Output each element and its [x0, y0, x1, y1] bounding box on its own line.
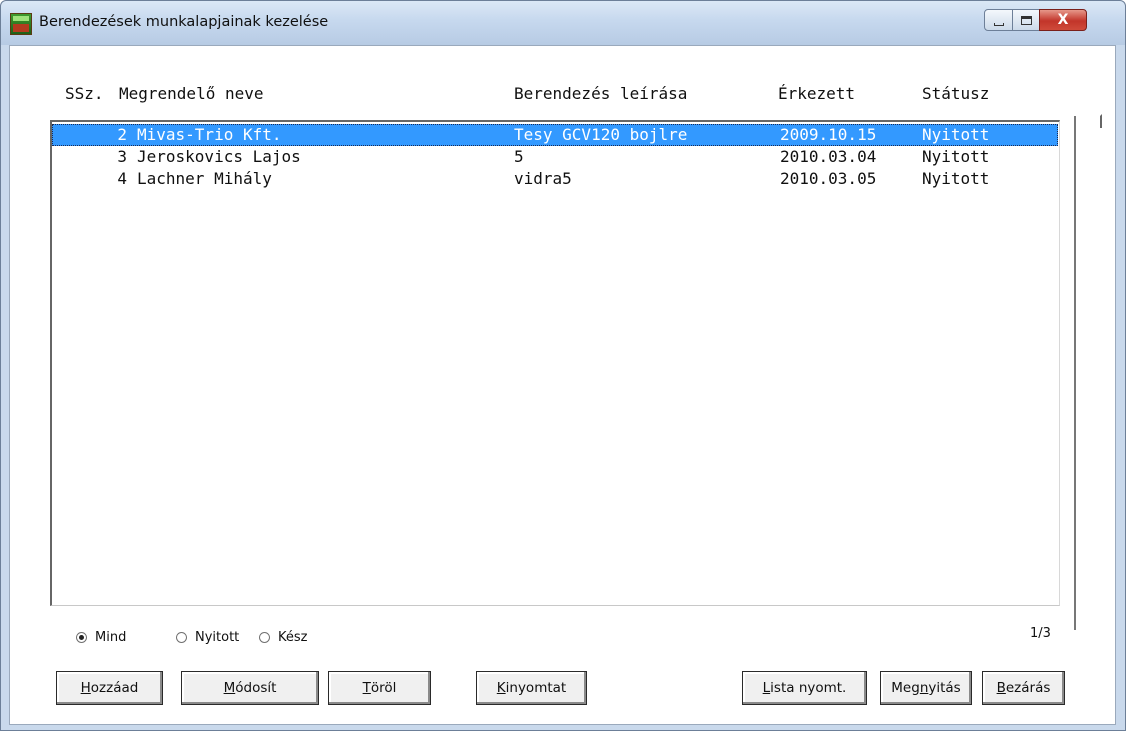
column-header-arrived: Érkezett — [778, 84, 856, 103]
application-window: Berendezések munkalapjainak kezelése X S… — [0, 0, 1126, 731]
accelerator-key: H — [80, 680, 91, 696]
filter-radio-nyitott[interactable]: Nyitott — [176, 630, 239, 645]
print-button[interactable]: Kinyomtat — [476, 671, 587, 705]
button-label: ezárás — [1005, 680, 1051, 696]
add-button[interactable]: Hozzáad — [56, 671, 163, 705]
modify-button[interactable]: Módosít — [181, 671, 319, 705]
column-header-ssz: SSz. — [65, 84, 104, 103]
radio-label: Nyitott — [195, 630, 240, 645]
maximize-button[interactable] — [1012, 9, 1040, 31]
minimize-button[interactable] — [984, 9, 1013, 31]
button-label: ódosít — [235, 680, 277, 696]
minimize-icon — [993, 23, 1004, 26]
radio-unchecked-icon[interactable] — [259, 632, 270, 643]
radio-checked-icon[interactable] — [76, 632, 87, 643]
row-arrived-date: 2010.03.04 — [780, 147, 877, 166]
close-window-button[interactable]: Bezárás — [982, 671, 1065, 705]
list-row[interactable]: 4 Lachner Mihály vidra5 2010.03.05 Nyito… — [52, 168, 1058, 190]
row-arrived-date: 2010.03.05 — [780, 169, 877, 188]
row-status: Nyitott — [922, 169, 990, 188]
row-customer-name: Mivas-Trio Kft. — [137, 125, 282, 144]
row-customer-name: Jeroskovics Lajos — [137, 147, 301, 166]
accelerator-key: B — [996, 680, 1006, 696]
open-button[interactable]: Meg n yitás — [880, 671, 972, 705]
button-label: ista nyomt. — [770, 680, 847, 696]
row-device-description: Tesy GCV120 bojlre — [514, 125, 688, 144]
row-number: 4 — [117, 169, 127, 188]
close-icon: X — [1057, 12, 1069, 28]
row-number: 2 — [117, 125, 127, 144]
button-label: ozzáad — [90, 680, 139, 696]
page-indicator: 1/3 — [1030, 626, 1051, 641]
print-list-button[interactable]: Lista nyomt. — [742, 671, 867, 705]
row-number: 3 — [117, 147, 127, 166]
button-label: inyomtat — [505, 680, 567, 696]
delete-button[interactable]: Töröl — [328, 671, 431, 705]
column-header-customer-name: Megrendelő neve — [119, 84, 264, 103]
row-arrived-date: 2009.10.15 — [780, 125, 877, 144]
accelerator-key: K — [496, 680, 506, 696]
close-button[interactable]: X — [1039, 9, 1087, 31]
vertical-scrollbar[interactable] — [1074, 114, 1102, 630]
button-label: öröl — [370, 680, 397, 696]
window-title: Berendezések munkalapjainak kezelése — [39, 14, 329, 30]
maximize-icon — [1020, 15, 1032, 25]
worksheet-list[interactable]: 2 Mivas-Trio Kft. Tesy GCV120 bojlre 200… — [50, 120, 1060, 606]
button-label-prefix: Meg — [891, 680, 920, 696]
radio-unchecked-icon[interactable] — [176, 632, 187, 643]
filter-radio-mind[interactable]: Mind — [76, 630, 126, 645]
accelerator-key: M — [223, 680, 236, 696]
accelerator-key: n — [919, 680, 929, 696]
list-row[interactable]: 2 Mivas-Trio Kft. Tesy GCV120 bojlre 200… — [52, 124, 1058, 146]
accelerator-key: T — [362, 680, 371, 696]
filter-radio-kesz[interactable]: Kész — [259, 630, 307, 645]
row-customer-name: Lachner Mihály — [137, 169, 272, 188]
row-status: Nyitott — [922, 147, 990, 166]
radio-label: Mind — [95, 630, 127, 645]
column-header-device-description: Berendezés leírása — [514, 84, 688, 103]
title-bar[interactable]: Berendezések munkalapjainak kezelése X — [1, 1, 1125, 45]
button-label: yitás — [928, 680, 961, 696]
list-row[interactable]: 3 Jeroskovics Lajos 5 2010.03.04 Nyitott — [52, 146, 1058, 168]
scroll-thumb[interactable] — [1074, 114, 1102, 128]
client-area: SSz. Megrendelő neve Berendezés leírása … — [9, 45, 1116, 725]
row-device-description: 5 — [514, 147, 524, 166]
column-header-status: Státusz — [922, 84, 990, 103]
row-status: Nyitott — [922, 125, 990, 144]
radio-label: Kész — [278, 630, 308, 645]
row-device-description: vidra5 — [514, 169, 572, 188]
accelerator-key: L — [762, 680, 771, 696]
app-icon[interactable] — [10, 13, 32, 35]
